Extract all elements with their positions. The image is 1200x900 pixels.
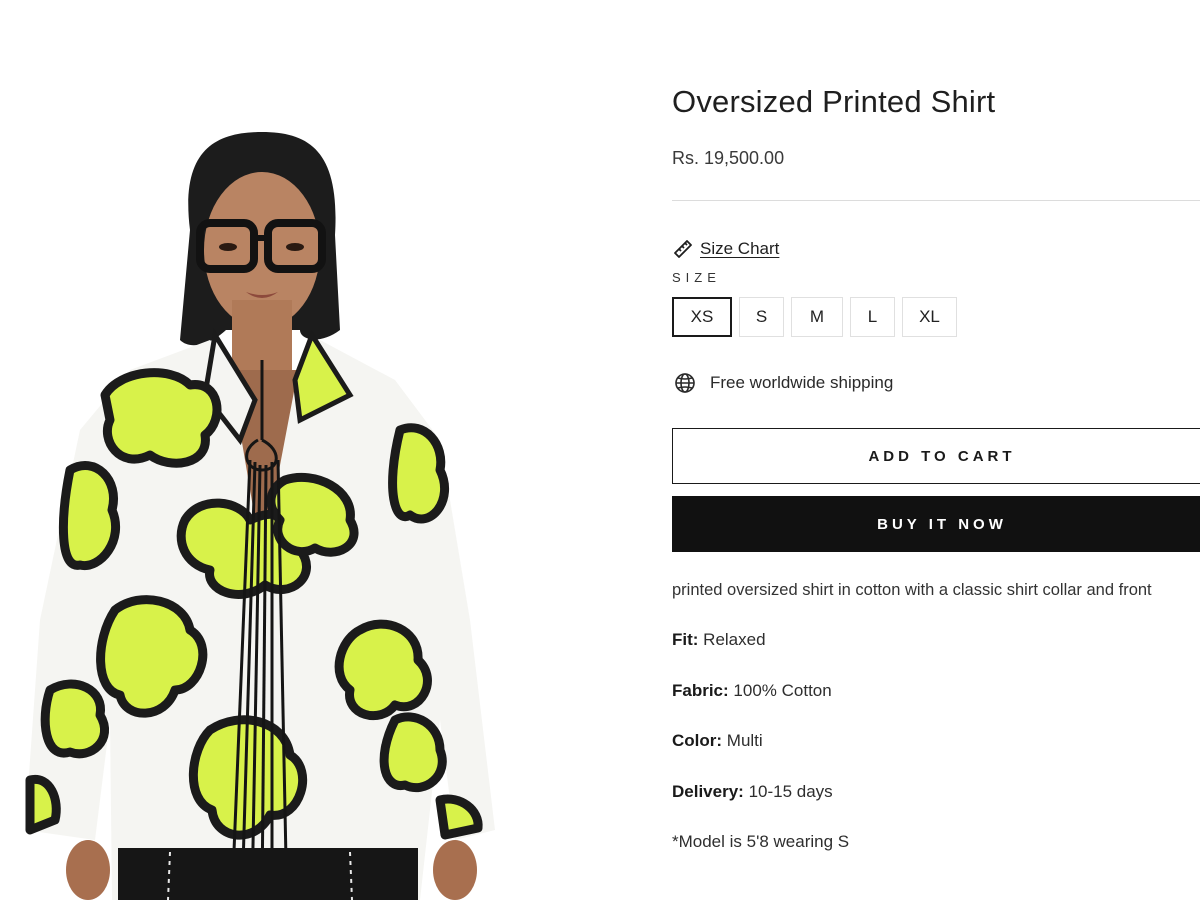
model-note: *Model is 5'8 wearing S: [672, 832, 850, 851]
divider: [672, 200, 1200, 201]
spec-fabric: Fabric: 100% Cotton: [672, 681, 832, 701]
size-option-l[interactable]: L: [850, 297, 895, 337]
shipping-info: Free worldwide shipping: [674, 372, 893, 394]
spec-delivery: Delivery: 10-15 days: [672, 782, 833, 802]
product-title: Oversized Printed Shirt: [672, 84, 996, 119]
spec-key: Fit:: [672, 630, 699, 649]
product-info: Oversized Printed Shirt Rs. 19,500.00 Si…: [672, 0, 1200, 900]
size-label: SIZE: [672, 270, 721, 285]
spec-key: Color:: [672, 731, 723, 750]
spec-value: 10-15 days: [748, 782, 833, 801]
size-option-xs[interactable]: XS: [672, 297, 732, 337]
spec-color: Color: Multi: [672, 731, 763, 751]
buy-now-button[interactable]: BUY IT NOW: [672, 496, 1200, 552]
product-image[interactable]: [0, 0, 560, 900]
ruler-icon: [672, 238, 694, 260]
spec-fit: Fit: Relaxed: [672, 630, 766, 650]
size-chart-link[interactable]: Size Chart: [672, 238, 779, 260]
spec-key: Fabric:: [672, 681, 729, 700]
spec-value: Multi: [726, 731, 763, 750]
size-options: XS S M L XL: [672, 297, 964, 337]
product-description: printed oversized shirt in cotton with a…: [672, 581, 1152, 599]
spec-key: Delivery:: [672, 782, 744, 801]
size-option-s[interactable]: S: [739, 297, 784, 337]
spec-value: 100% Cotton: [733, 681, 832, 700]
product-price: Rs. 19,500.00: [672, 148, 785, 168]
size-option-m[interactable]: M: [791, 297, 843, 337]
add-to-cart-button[interactable]: ADD TO CART: [672, 428, 1200, 484]
spec-value: Relaxed: [703, 630, 766, 649]
size-option-xl[interactable]: XL: [902, 297, 957, 337]
size-chart-label: Size Chart: [700, 239, 780, 258]
globe-icon: [674, 372, 696, 394]
shipping-text: Free worldwide shipping: [710, 373, 894, 392]
